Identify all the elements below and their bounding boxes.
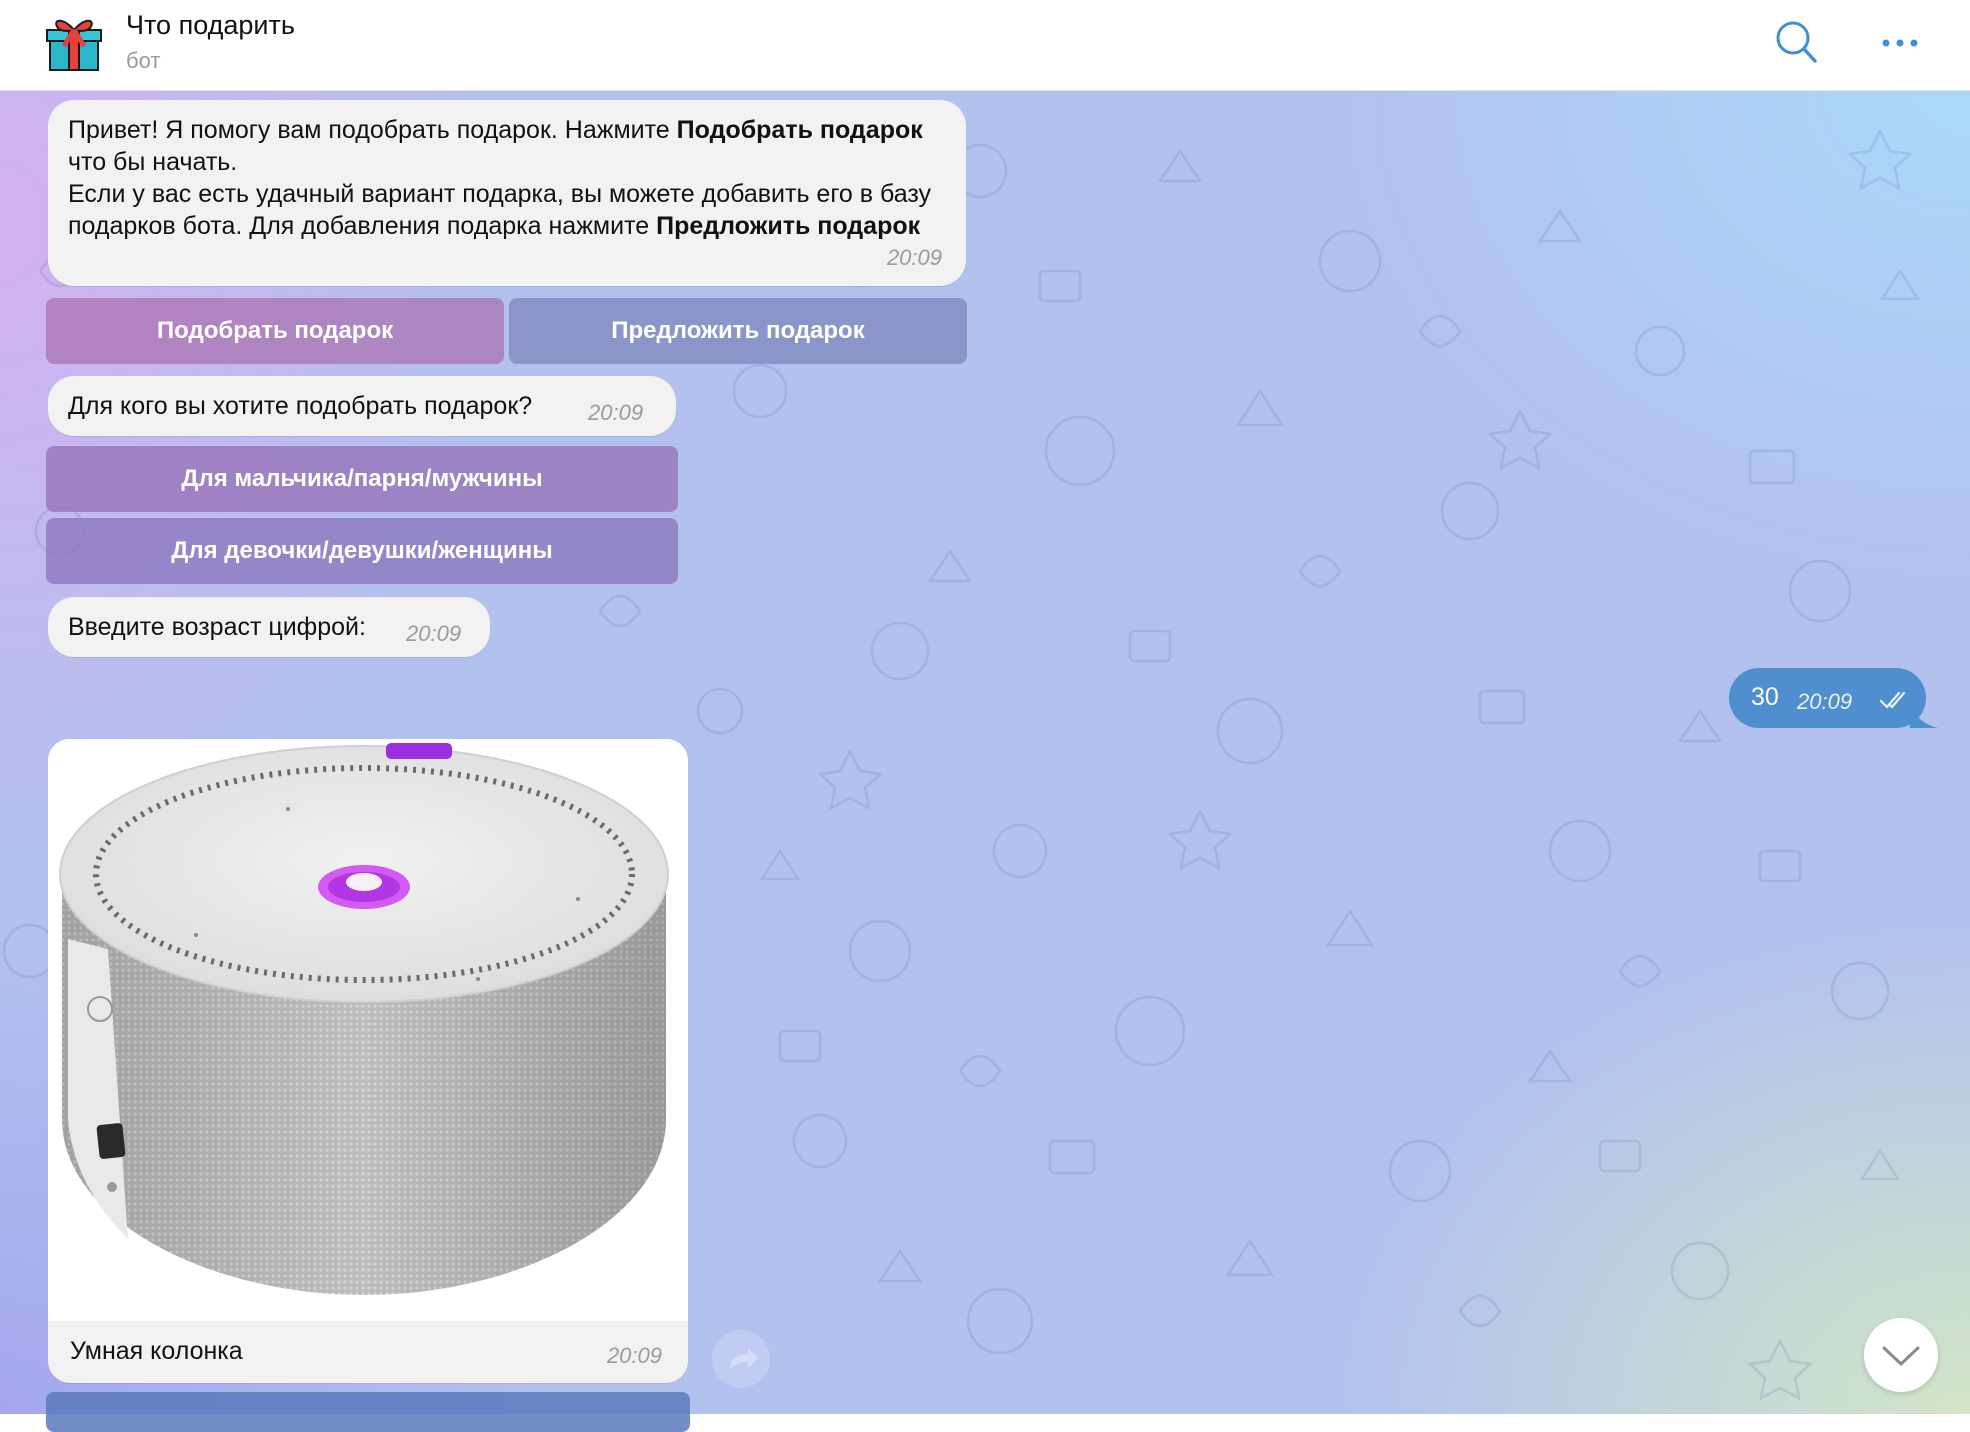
message-time: 20:09 xyxy=(406,621,462,646)
gift-card[interactable]: Умная колонка 20:09 xyxy=(48,739,688,1383)
message-user-reply-text: 30 xyxy=(1751,683,1779,711)
chevron-down-icon[interactable] xyxy=(1864,1318,1938,1392)
pick-gift-button[interactable]: Подобрать подарок xyxy=(46,298,504,364)
message-age-prompt-text: Введите возраст цифрой: xyxy=(68,613,366,641)
forward-icon[interactable] xyxy=(712,1330,770,1388)
message-welcome-text: Привет! Я помогу вам подобрать подарок. … xyxy=(68,116,932,240)
chat-subtitle: бот xyxy=(126,48,161,73)
suggest-gift-button[interactable]: Предложить подарок xyxy=(509,298,967,364)
chat-title[interactable]: Что подарить xyxy=(126,10,295,41)
smart-speaker-image[interactable] xyxy=(48,739,688,1321)
message-time: 20:09 xyxy=(606,1343,662,1368)
chat-header: Что подарить бот xyxy=(0,0,1970,91)
message-who-for: Для кого вы хотите подобрать подарок? 20… xyxy=(48,376,676,436)
more-dots-icon[interactable] xyxy=(1876,18,1926,68)
message-who-for-text: Для кого вы хотите подобрать подарок? xyxy=(68,392,533,420)
double-check-icon xyxy=(1879,691,1906,709)
search-icon[interactable] xyxy=(1771,18,1821,68)
message-time: 20:09 xyxy=(1797,689,1853,714)
message-age-prompt: Введите возраст цифрой: 20:09 xyxy=(48,597,490,657)
for-female-button[interactable]: Для девочки/девушки/женщины xyxy=(46,518,678,584)
gift-icon[interactable] xyxy=(44,12,104,72)
bubble-tail xyxy=(1910,698,1938,728)
message-time: 20:09 xyxy=(588,400,644,425)
message-welcome: Привет! Я помогу вам подобрать подарок. … xyxy=(48,100,966,286)
inline-keyboard-button[interactable] xyxy=(46,1392,690,1432)
gift-caption: Умная колонка xyxy=(70,1337,243,1365)
for-male-button[interactable]: Для мальчика/парня/мужчины xyxy=(46,446,678,512)
message-time: 20:09 xyxy=(886,245,942,270)
message-user-reply: 30 20:09 xyxy=(1729,668,1926,728)
